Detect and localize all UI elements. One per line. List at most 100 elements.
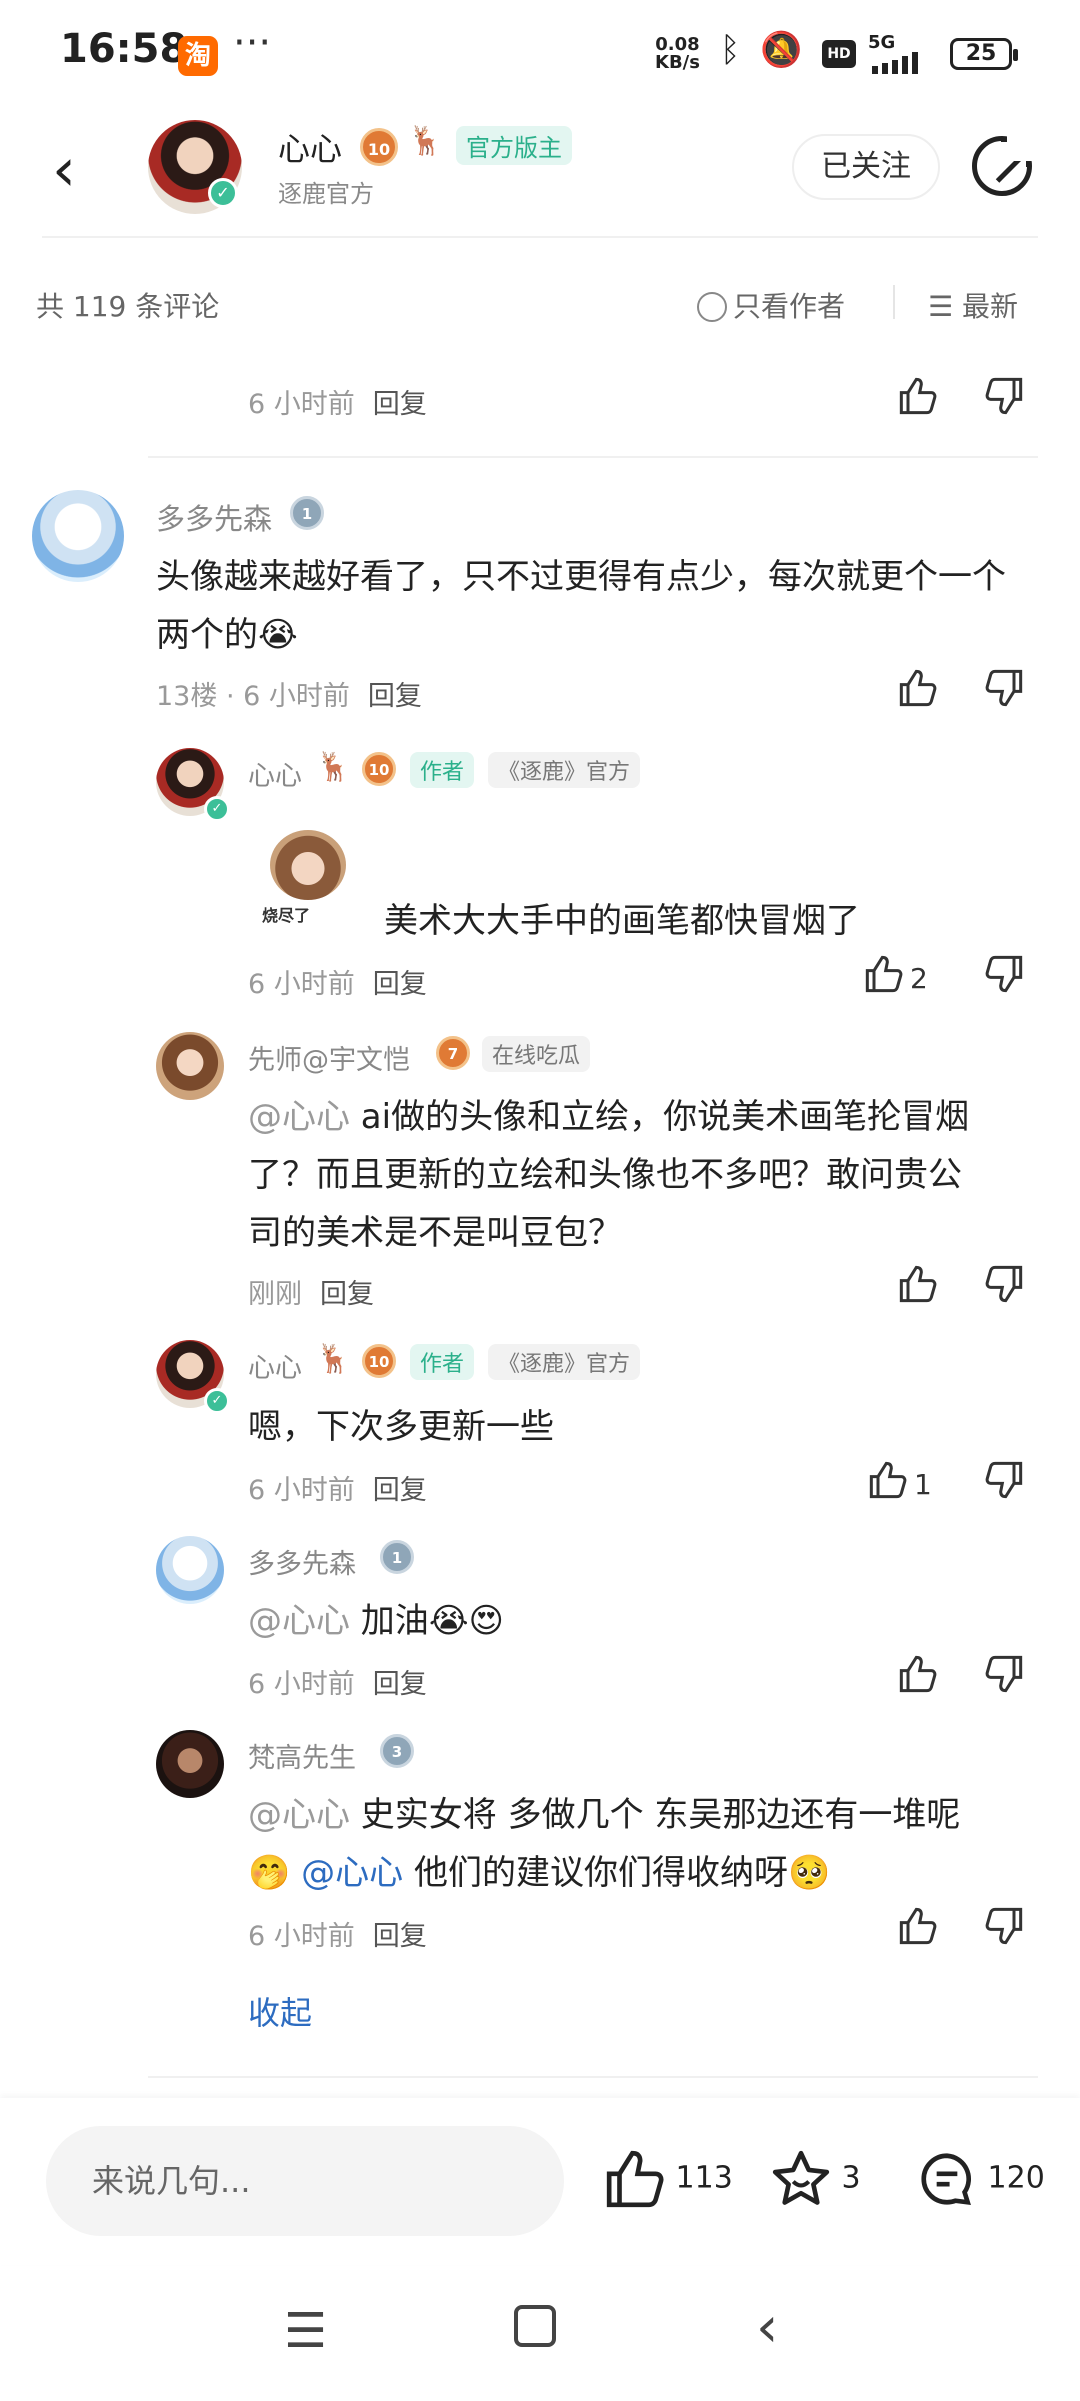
commenter-avatar[interactable] <box>32 490 124 582</box>
like-button[interactable] <box>898 1906 938 1956</box>
hd-icon: HD <box>822 40 856 68</box>
dislike-button[interactable] <box>984 1906 1024 1956</box>
thumbs-up-icon <box>898 376 938 416</box>
reply-text: 嗯，下次多更新一些 <box>248 1407 554 1447</box>
reply-text: @心心 史实女将 多做几个 东吴那边还有一堆呢 🤭 @心心 他们的建议你们得收纳… <box>248 1795 961 1893</box>
reply-user-name[interactable]: 先师@宇文恺 <box>248 1038 410 1077</box>
author-tag: 作者 <box>410 752 475 788</box>
thumbs-up-icon <box>604 2148 666 2210</box>
comment-divider <box>148 2076 1038 2078</box>
comment-count: 共 119 条评论 <box>36 290 220 323</box>
official-tag: 《逐鹿》官方 <box>488 1344 641 1380</box>
comment-input[interactable]: 来说几句... <box>46 2126 564 2236</box>
favorite-count: 3 <box>841 2160 861 2196</box>
verified-icon: ✓ <box>208 178 238 208</box>
share-icon[interactable] <box>972 135 1033 196</box>
thumbs-up-icon <box>868 1460 908 1500</box>
like-count: 1 <box>914 1468 932 1501</box>
reply-button[interactable]: 回复 <box>373 969 427 1000</box>
status-time: 16:58 <box>60 26 188 72</box>
reply-button[interactable]: 回复 <box>368 681 422 712</box>
reply-button[interactable]: 回复 <box>373 389 427 420</box>
back-nav-icon[interactable]: ‹ <box>756 2295 778 2360</box>
back-button[interactable]: ‹ <box>52 140 76 200</box>
comment-text: 头像越来越好看了，只不过更得有点少，每次就更个一个两个的😭 <box>156 557 1006 655</box>
network-speed: 0.08 KB/s <box>655 34 700 73</box>
taobao-app-icon: 淘 <box>178 36 218 76</box>
level-badge: 3 <box>380 1734 414 1768</box>
dislike-button[interactable] <box>984 1264 1024 1314</box>
thumbs-down-icon <box>984 668 1024 708</box>
reply-button[interactable]: 回复 <box>320 1279 374 1310</box>
mention-link[interactable]: @心心 <box>248 1097 350 1137</box>
post-like-button[interactable]: 113 <box>604 2148 733 2210</box>
thumbs-down-icon <box>984 1654 1024 1694</box>
thumbs-up-icon <box>898 668 938 708</box>
reply-text: 美术大大手中的画笔都快冒烟了 <box>384 901 860 941</box>
reply-user-name[interactable]: 梵高先生 <box>248 1736 356 1775</box>
favorite-button[interactable]: 3 <box>770 2148 861 2210</box>
collapse-replies-button[interactable]: 收起 <box>248 1988 312 2034</box>
reply-button[interactable]: 回复 <box>373 1921 427 1952</box>
like-button[interactable]: 2 <box>864 954 928 1004</box>
deer-badge-icon: 🦌 <box>316 750 351 783</box>
recent-apps-icon[interactable]: ☰ <box>284 2303 327 2359</box>
reply-user-name[interactable]: 多多先森 <box>248 1542 356 1581</box>
thumbs-up-icon <box>898 1654 938 1694</box>
commenter-name[interactable]: 多多先森 <box>156 496 272 538</box>
like-count: 2 <box>910 962 928 995</box>
moderator-tag: 官方版主 <box>456 126 572 165</box>
dislike-button[interactable] <box>984 1460 1024 1510</box>
bottom-action-bar: 来说几句... 113 3 120 <box>0 2098 1080 2265</box>
reply-button[interactable]: 回复 <box>373 1475 427 1506</box>
mention-link[interactable]: @心心 <box>301 1853 403 1893</box>
level-badge: 10 <box>362 1344 396 1378</box>
author-name[interactable]: 心心 <box>278 124 342 170</box>
home-icon[interactable] <box>514 2305 556 2347</box>
thumbs-up-icon <box>898 1264 938 1304</box>
verified-icon: ✓ <box>204 796 230 822</box>
official-tag: 《逐鹿》官方 <box>488 752 641 788</box>
follow-button[interactable]: 已关注 <box>792 134 940 200</box>
reply-user-name[interactable]: 心心 <box>248 754 302 793</box>
reply-user-name[interactable]: 心心 <box>248 1346 302 1385</box>
deer-badge-icon: 🦌 <box>408 124 443 157</box>
reply-meta: 6 小时前 回复 <box>248 1921 427 1952</box>
mute-icon: 🔕 <box>760 30 803 70</box>
comment-meta: 13楼 · 6 小时前 回复 <box>156 681 422 712</box>
mention-link[interactable]: @心心 <box>248 1601 350 1641</box>
dislike-button[interactable] <box>984 1654 1024 1704</box>
like-button[interactable] <box>898 1264 938 1314</box>
thumbs-down-icon <box>984 1460 1024 1500</box>
thumbs-down-icon <box>984 954 1024 994</box>
comments-button[interactable]: 120 <box>916 2148 1045 2210</box>
reply-avatar[interactable] <box>156 1032 224 1100</box>
post-like-count: 113 <box>675 2160 733 2196</box>
like-button[interactable] <box>898 376 938 426</box>
thumbs-down-icon <box>984 1264 1024 1304</box>
reply-meta: 6 小时前 回复 <box>248 1669 427 1700</box>
like-button[interactable]: 1 <box>868 1460 932 1510</box>
level-badge: 10 <box>362 752 396 786</box>
system-navigation-bar: ☰ ‹ <box>0 2265 1080 2401</box>
like-button[interactable] <box>898 668 938 718</box>
thumbs-up-icon <box>898 1906 938 1946</box>
sticker-caption: 烧尽了 <box>262 906 311 925</box>
level-badge: 10 <box>360 128 398 166</box>
header-divider <box>42 236 1038 238</box>
sort-button[interactable]: ☰ 最新 <box>928 285 1018 325</box>
only-author-toggle[interactable]: 只看作者 <box>697 285 845 325</box>
dislike-button[interactable] <box>984 376 1024 426</box>
status-bar: 16:58 淘 ··· 0.08 KB/s ᛒ 🔕 HD 5G 25 <box>0 0 1080 110</box>
dislike-button[interactable] <box>984 668 1024 718</box>
reply-avatar[interactable] <box>156 1536 224 1604</box>
mention-link[interactable]: @心心 <box>248 1795 350 1835</box>
level-badge: 7 <box>436 1036 470 1070</box>
like-button[interactable] <box>898 1654 938 1704</box>
comment-divider <box>148 456 1038 458</box>
reply-button[interactable]: 回复 <box>373 1669 427 1700</box>
reply-avatar[interactable] <box>156 1730 224 1798</box>
sticker-image: 烧尽了 <box>258 826 358 936</box>
dislike-button[interactable] <box>984 954 1024 1004</box>
bluetooth-icon: ᛒ <box>720 30 741 70</box>
